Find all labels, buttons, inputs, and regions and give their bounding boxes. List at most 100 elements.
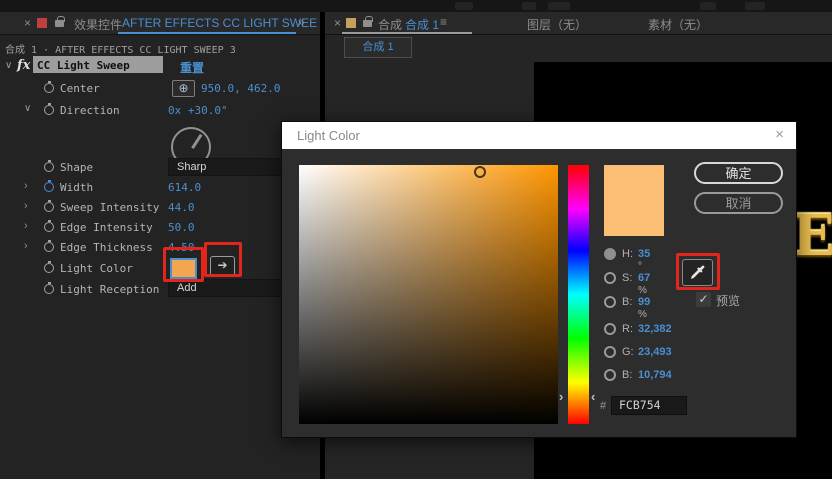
- tab-layer-label[interactable]: 图层（无）: [527, 16, 587, 33]
- param-label: Light Color: [60, 262, 133, 275]
- annotation-box-eyedropper: [676, 253, 720, 290]
- expand-icon[interactable]: ›: [24, 220, 28, 232]
- tab-footage-label[interactable]: 素材（无）: [648, 16, 708, 33]
- param-row-width: › Width 614.0: [0, 178, 320, 198]
- param-label: Width: [60, 181, 93, 194]
- hue-slider[interactable]: [568, 165, 589, 424]
- app-window: × 效果控件 AFTER EFFECTS CC LIGHT SWEE » 合成 …: [0, 0, 832, 479]
- toolbar-icon: [548, 2, 570, 10]
- field-label: G:: [622, 346, 634, 358]
- fx-badge-icon: fx: [17, 58, 30, 73]
- lock-icon[interactable]: [363, 20, 372, 27]
- effect-header-row[interactable]: ∨ fx CC Light Sweep 重置: [0, 58, 320, 76]
- expand-icon[interactable]: ›: [24, 200, 28, 212]
- effect-name: CC Light Sweep: [37, 59, 130, 72]
- effect-controls-panel: × 效果控件 AFTER EFFECTS CC LIGHT SWEE » 合成 …: [0, 12, 320, 479]
- effect-name-highlight[interactable]: CC Light Sweep: [33, 56, 163, 73]
- hue-slider-arrow-left[interactable]: ›: [559, 392, 563, 402]
- preview-label: 预览: [716, 292, 740, 309]
- field-value[interactable]: 67 %: [638, 272, 650, 296]
- param-row-direction: ∨ Direction 0x +30.0°: [0, 101, 320, 121]
- radio-saturation[interactable]: [604, 272, 616, 284]
- effect-controls-tabbar: × 效果控件 AFTER EFFECTS CC LIGHT SWEE »: [0, 12, 320, 35]
- light-color-dialog: Light Color × › ‹ 确定 取消 H: 35 ° S: 67 % …: [281, 121, 797, 438]
- expand-icon[interactable]: ›: [24, 180, 28, 192]
- shape-dropdown[interactable]: Sharp: [168, 158, 292, 176]
- stopwatch-icon[interactable]: [44, 83, 54, 93]
- tab-effect-controls-label[interactable]: 效果控件: [74, 16, 122, 33]
- close-tab-icon[interactable]: ×: [24, 16, 31, 30]
- annotation-box-picker: [204, 242, 242, 277]
- panel-color-square-icon: [37, 18, 47, 28]
- twirl-down-icon[interactable]: ∨: [24, 103, 31, 114]
- composition-tabbar: × 合成 合成 1 ≡ 图层（无） 素材（无）: [325, 12, 832, 35]
- param-label: Center: [60, 82, 100, 95]
- param-value[interactable]: 950.0, 462.0: [201, 82, 280, 95]
- comp-title-letter: E: [792, 203, 832, 269]
- saturation-brightness-field[interactable]: [299, 165, 558, 424]
- field-label: H:: [622, 248, 633, 260]
- param-label: Sweep Intensity: [60, 201, 159, 214]
- tab-composition-label[interactable]: 合成: [378, 16, 402, 33]
- tab-overflow-chevron-icon[interactable]: »: [298, 15, 305, 29]
- stopwatch-icon-active[interactable]: [44, 182, 54, 192]
- tab-active-comp-name[interactable]: 合成 1: [405, 16, 439, 33]
- param-row-edge-thickness: › Edge Thickness 4.50: [0, 238, 320, 258]
- radio-hue[interactable]: [604, 248, 616, 260]
- param-row-shape: Shape Sharp: [0, 158, 320, 178]
- param-row-edge-intensity: › Edge Intensity 50.0: [0, 218, 320, 238]
- field-value[interactable]: 23,493: [638, 346, 672, 358]
- field-value[interactable]: 99 %: [638, 296, 650, 320]
- stopwatch-icon[interactable]: [44, 105, 54, 115]
- toolbar-icon: [455, 2, 473, 10]
- panel-menu-icon[interactable]: ≡: [440, 15, 447, 29]
- radio-green[interactable]: [604, 346, 616, 358]
- param-value[interactable]: 0x +30.0°: [168, 104, 228, 117]
- preview-checkbox[interactable]: ✓: [696, 292, 711, 307]
- stopwatch-icon[interactable]: [44, 284, 54, 294]
- param-label: Light Reception: [60, 283, 159, 296]
- stopwatch-icon[interactable]: [44, 263, 54, 273]
- tab-active-layer-name[interactable]: AFTER EFFECTS CC LIGHT SWEE: [122, 16, 317, 30]
- field-value[interactable]: 10,794: [638, 369, 672, 381]
- param-row-light-reception: Light Reception Add: [0, 280, 320, 300]
- dialog-titlebar[interactable]: Light Color ×: [282, 122, 796, 149]
- param-row-light-color: Light Color ➔: [0, 258, 320, 280]
- radio-red[interactable]: [604, 323, 616, 335]
- color-field-cursor[interactable]: [474, 166, 486, 178]
- point-picker-button[interactable]: ⊕: [172, 80, 195, 97]
- toolbar-icon: [522, 2, 536, 10]
- reset-effect-link[interactable]: 重置: [180, 59, 204, 76]
- stopwatch-icon[interactable]: [44, 242, 54, 252]
- panel-color-square-icon: [346, 18, 356, 28]
- hex-prefix: #: [600, 400, 606, 412]
- stopwatch-icon[interactable]: [44, 202, 54, 212]
- dialog-close-icon[interactable]: ×: [775, 126, 784, 143]
- param-row-center: Center ⊕ 950.0, 462.0: [0, 79, 320, 99]
- hue-slider-arrow-right[interactable]: ‹: [591, 392, 595, 402]
- ok-button[interactable]: 确定: [694, 162, 783, 184]
- toolbar-icon: [700, 2, 716, 10]
- field-label: S:: [622, 272, 632, 284]
- field-value[interactable]: 35 °: [638, 248, 650, 272]
- field-value[interactable]: 32,382: [638, 323, 672, 335]
- cancel-button[interactable]: 取消: [694, 192, 783, 214]
- lock-icon[interactable]: [55, 20, 64, 27]
- comp-viewer-tab[interactable]: 合成 1: [344, 37, 412, 58]
- param-value[interactable]: 50.0: [168, 221, 195, 234]
- active-tab-underline: [118, 32, 296, 34]
- param-label: Shape: [60, 161, 93, 174]
- close-tab-icon[interactable]: ×: [334, 16, 341, 30]
- hex-input[interactable]: FCB754: [611, 396, 687, 415]
- stopwatch-icon[interactable]: [44, 222, 54, 232]
- param-value[interactable]: 614.0: [168, 181, 201, 194]
- expand-icon[interactable]: ›: [24, 240, 28, 252]
- stopwatch-icon[interactable]: [44, 162, 54, 172]
- param-value[interactable]: 44.0: [168, 201, 195, 214]
- param-label: Edge Thickness: [60, 241, 153, 254]
- radio-brightness[interactable]: [604, 296, 616, 308]
- radio-blue[interactable]: [604, 369, 616, 381]
- twirl-down-icon[interactable]: ∨: [5, 60, 12, 71]
- dialog-title: Light Color: [297, 128, 360, 143]
- dial-needle: [191, 134, 202, 149]
